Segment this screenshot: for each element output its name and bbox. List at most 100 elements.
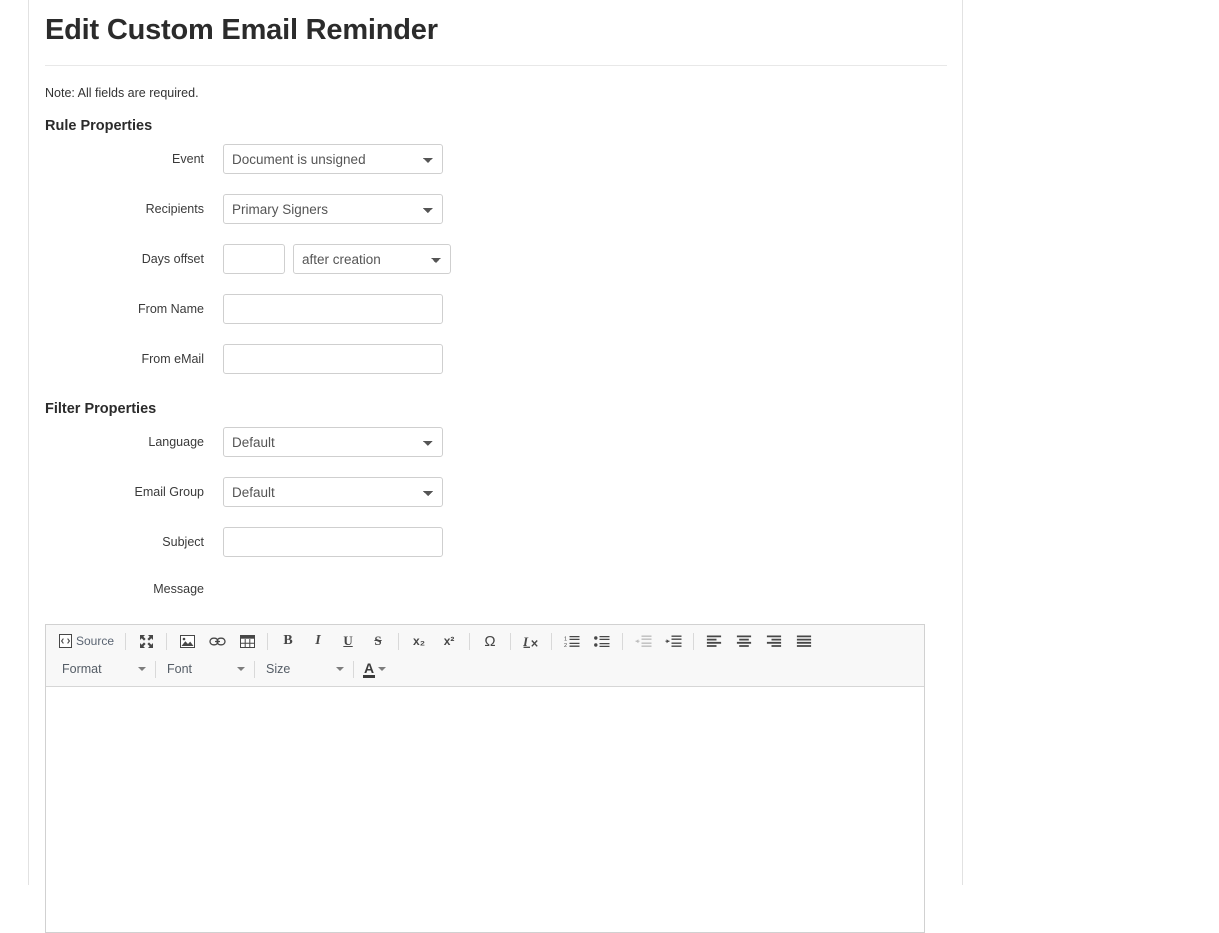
align-right-icon	[766, 635, 782, 648]
toolbar-separator	[398, 632, 400, 650]
page-content: Edit Custom Email Reminder Note: All fie…	[29, 0, 962, 933]
days-offset-input[interactable]	[223, 244, 285, 275]
field-wrap-event: Document is unsigned	[223, 144, 443, 175]
toolbar-separator	[510, 632, 512, 650]
label-subject: Subject	[162, 534, 204, 549]
label-days-offset: Days offset	[141, 251, 204, 266]
table-button[interactable]	[232, 630, 262, 652]
toolbar-separator	[254, 660, 255, 678]
align-right-button[interactable]	[759, 630, 789, 652]
subscript-icon: x₂	[413, 634, 426, 649]
editor-toolbar-row-1: Source B I U S x₂ x² Ω I 1 2	[50, 627, 920, 655]
underline-icon: U	[343, 633, 353, 649]
field-wrap-from-email	[223, 344, 443, 375]
field-wrap-days-offset: after creation	[223, 244, 451, 275]
strikethrough-icon: S	[374, 633, 382, 649]
bulleted-list-icon	[594, 635, 610, 648]
bold-button[interactable]: B	[273, 630, 303, 652]
link-button[interactable]	[202, 630, 232, 652]
from-name-input[interactable]	[223, 294, 443, 325]
required-fields-note: Note: All fields are required.	[45, 86, 199, 101]
maximize-icon	[139, 634, 154, 649]
source-icon	[59, 634, 72, 649]
omega-icon: Ω	[484, 632, 496, 650]
remove-format-button[interactable]: I	[516, 630, 546, 652]
superscript-button[interactable]: x²	[434, 630, 464, 652]
link-icon	[208, 636, 226, 647]
toolbar-separator	[267, 632, 269, 650]
remove-format-icon: I	[523, 634, 539, 649]
underline-button[interactable]: U	[333, 630, 363, 652]
outdent-icon	[635, 635, 652, 648]
svg-text:1: 1	[564, 636, 567, 642]
page-title: Edit Custom Email Reminder	[45, 14, 438, 46]
format-dropdown-label: Format	[62, 662, 102, 677]
label-from-name: From Name	[138, 301, 204, 316]
align-left-icon	[706, 635, 722, 648]
toolbar-separator	[551, 632, 553, 650]
form-row-message: Message	[45, 567, 946, 611]
justify-button[interactable]	[789, 630, 819, 652]
form-row-email-group: Email Group Default	[45, 467, 946, 517]
recipients-select[interactable]: Primary Signers	[223, 194, 443, 225]
numbered-list-button[interactable]: 1 2	[557, 630, 587, 652]
days-offset-relative-select[interactable]: after creation	[293, 244, 451, 275]
strikethrough-button[interactable]: S	[363, 630, 393, 652]
section-heading-filter-properties: Filter Properties	[45, 401, 157, 418]
label-recipients: Recipients	[145, 201, 204, 216]
field-wrap-from-name	[223, 294, 443, 325]
page-frame: Edit Custom Email Reminder Note: All fie…	[28, 0, 963, 933]
field-wrap-recipients: Primary Signers	[223, 194, 443, 225]
image-button[interactable]	[172, 630, 202, 652]
special-character-button[interactable]: Ω	[475, 630, 505, 652]
message-editor-content-area[interactable]	[46, 687, 924, 933]
form-row-subject: Subject	[45, 517, 946, 567]
source-button[interactable]: Source	[56, 630, 120, 652]
form-row-recipients: Recipients Primary Signers	[45, 184, 946, 234]
font-dropdown[interactable]: Font	[161, 658, 249, 680]
label-message: Message	[153, 581, 204, 596]
bulleted-list-button[interactable]	[587, 630, 617, 652]
from-email-input[interactable]	[223, 344, 443, 375]
editor-toolbar-row-2: Format Font Size A	[50, 655, 920, 683]
email-group-select[interactable]: Default	[223, 477, 443, 508]
subscript-button[interactable]: x₂	[404, 630, 434, 652]
label-language: Language	[148, 434, 204, 449]
size-dropdown-label: Size	[266, 662, 291, 677]
subject-input[interactable]	[223, 527, 443, 558]
italic-icon: I	[315, 633, 321, 649]
indent-icon	[665, 635, 682, 648]
text-color-button[interactable]: A	[359, 660, 390, 679]
format-dropdown[interactable]: Format	[56, 658, 150, 680]
superscript-icon: x²	[443, 634, 455, 649]
chevron-down-icon	[237, 667, 245, 672]
chevron-down-icon	[378, 667, 387, 672]
field-wrap-email-group: Default	[223, 477, 443, 508]
italic-button[interactable]: I	[303, 630, 333, 652]
label-event: Event	[172, 151, 204, 166]
source-button-label: Source	[76, 634, 115, 649]
align-justify-icon	[796, 635, 812, 648]
toolbar-separator	[622, 632, 624, 650]
image-icon	[179, 634, 195, 648]
align-center-button[interactable]	[729, 630, 759, 652]
language-select[interactable]: Default	[223, 427, 443, 458]
maximize-button[interactable]	[131, 630, 161, 652]
toolbar-separator	[469, 632, 471, 650]
form-row-event: Event Document is unsigned	[45, 134, 946, 184]
outdent-button[interactable]	[628, 630, 658, 652]
indent-button[interactable]	[658, 630, 688, 652]
toolbar-separator	[155, 660, 156, 678]
size-dropdown[interactable]: Size	[260, 658, 348, 680]
field-wrap-subject	[223, 527, 443, 558]
label-from-email: From eMail	[141, 351, 204, 366]
toolbar-separator	[125, 632, 127, 650]
chevron-down-icon	[336, 667, 344, 672]
editor-toolbar: Source B I U S x₂ x² Ω I 1 2 Format Font…	[46, 625, 924, 688]
bold-icon: B	[283, 633, 293, 649]
font-dropdown-label: Font	[167, 662, 193, 677]
event-select[interactable]: Document is unsigned	[223, 144, 443, 175]
form-row-days-offset: Days offset after creation	[45, 234, 946, 284]
section-heading-rule-properties: Rule Properties	[45, 118, 153, 135]
align-left-button[interactable]	[699, 630, 729, 652]
